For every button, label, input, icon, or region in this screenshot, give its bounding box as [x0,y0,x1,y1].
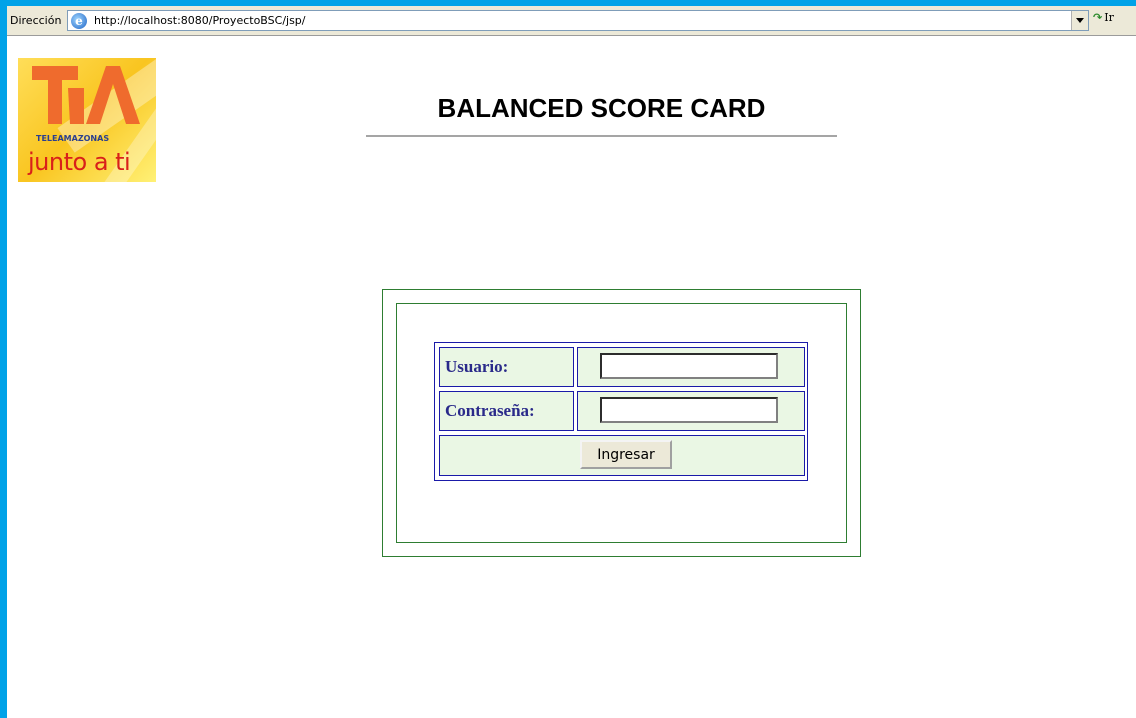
page-title: BALANCED SCORE CARD [437,93,766,123]
address-bar: Dirección e http://localhost:8080/Proyec… [7,6,1136,36]
go-button[interactable]: ↷ Ir [1093,11,1114,24]
username-label-cell: Usuario: [439,347,574,387]
title-divider [366,135,837,137]
login-form: Usuario: Contraseña: Ingresar [434,342,808,481]
username-label: Usuario: [445,357,509,376]
password-input-cell [577,391,805,431]
password-label: Contraseña: [445,401,535,420]
password-label-cell: Contraseña: [439,391,574,431]
username-input-cell [577,347,805,387]
logo-ta-mark [32,66,140,124]
address-field[interactable]: e http://localhost:8080/ProyectoBSC/jsp/ [67,10,1089,31]
teleamazonas-logo: TELEAMAZONAS junto a ti [18,58,156,182]
ingresar-button[interactable]: Ingresar [580,440,672,469]
address-url[interactable]: http://localhost:8080/ProyectoBSC/jsp/ [94,14,306,27]
address-dropdown-icon[interactable] [1071,11,1088,30]
password-input[interactable] [600,397,778,423]
go-arrow-icon: ↷ [1093,11,1103,24]
window-frame-left [0,0,7,718]
logo-brand-text: TELEAMAZONAS [36,134,110,143]
submit-cell: Ingresar [439,435,805,476]
address-label: Dirección [10,14,62,27]
logo-tagline: junto a ti [28,148,131,176]
username-input[interactable] [600,353,778,379]
go-label: Ir [1104,11,1114,24]
ie-page-icon: e [71,13,87,29]
